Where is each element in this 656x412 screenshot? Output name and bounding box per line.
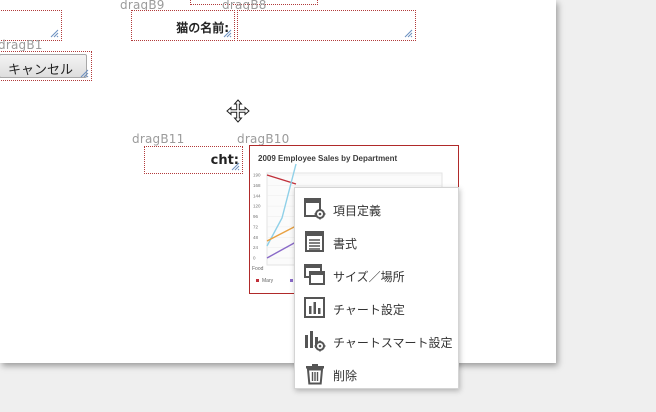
resize-grip-icon[interactable]: [404, 29, 413, 38]
menu-item-format[interactable]: 書式: [295, 226, 458, 259]
menu-label: 書式: [333, 237, 358, 251]
legend-swatch-2: [290, 279, 293, 282]
menu-item-chart-smart-settings[interactable]: チャートスマート設定: [295, 325, 458, 358]
trash-icon: [306, 364, 324, 385]
x-tick-label: Food: [252, 266, 264, 272]
resize-grip-icon[interactable]: [223, 29, 232, 38]
y-tick-label: 144: [253, 193, 261, 198]
cat-name-label: 猫の名前:: [176, 21, 229, 35]
format-icon: [305, 231, 324, 252]
y-tick-label: 120: [253, 204, 261, 209]
resize-grip-icon[interactable]: [50, 29, 59, 38]
chart-settings-icon: [304, 297, 325, 318]
chart-smart-settings-icon: [305, 331, 326, 352]
designer-canvas: dragB9 dragB8 猫の名前: dragB1 キャンセル dragB11…: [0, 0, 556, 363]
menu-item-field-definition[interactable]: 項目定義: [295, 193, 458, 226]
drag-label-b1: dragB1: [0, 38, 43, 52]
y-tick-label: 190: [253, 173, 261, 178]
resize-grip-icon[interactable]: [80, 69, 89, 78]
cat-name-input-box[interactable]: [237, 10, 416, 41]
y-tick-label: 24: [253, 245, 259, 250]
menu-label: チャートスマート設定: [333, 336, 453, 350]
menu-label: 項目定義: [333, 204, 382, 218]
cancel-button-box[interactable]: キャンセル: [0, 51, 92, 81]
field-definition-icon: [304, 198, 326, 220]
drag-label-b10: dragB10: [237, 132, 290, 146]
menu-item-delete[interactable]: 削除: [295, 358, 458, 391]
y-tick-label: 0: [253, 256, 256, 261]
menu-label: サイズ／場所: [333, 270, 405, 284]
menu-item-chart-settings[interactable]: チャート設定: [295, 292, 458, 325]
drag-box-partial-left[interactable]: [0, 10, 62, 41]
cat-name-label-box[interactable]: 猫の名前:: [131, 10, 235, 41]
move-cursor-icon: [226, 99, 250, 123]
menu-label: チャート設定: [333, 303, 405, 317]
context-menu: 項目定義 書式 サイズ／場所 チャート設定 チャートスマート設定 削除: [294, 187, 459, 389]
y-tick-label: 48: [253, 235, 259, 240]
size-position-icon: [304, 264, 325, 285]
y-tick-label: 168: [253, 183, 261, 188]
menu-item-size-position[interactable]: サイズ／場所: [295, 259, 458, 292]
y-tick-label: 72: [253, 224, 259, 229]
menu-label: 削除: [333, 369, 358, 383]
cancel-button[interactable]: キャンセル: [0, 54, 87, 78]
legend-label: Mary: [262, 278, 274, 284]
drag-label-b11: dragB11: [132, 132, 185, 146]
legend-swatch: [256, 279, 259, 282]
y-tick-label: 96: [253, 214, 259, 219]
cht-label-box[interactable]: cht:: [144, 146, 243, 174]
resize-grip-icon[interactable]: [231, 162, 240, 171]
